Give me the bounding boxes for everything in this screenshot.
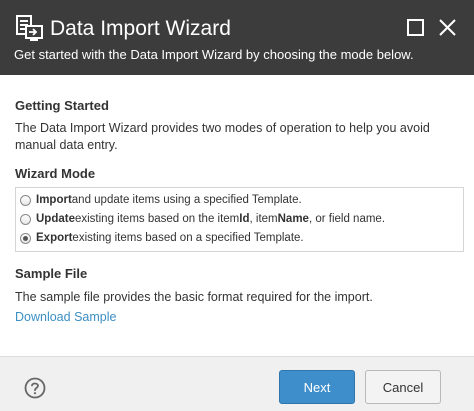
wizard-title: Data Import Wizard xyxy=(50,17,231,40)
import-radio[interactable] xyxy=(20,194,31,206)
update-radio[interactable] xyxy=(20,213,31,225)
export-description: existing items based on a specified Temp… xyxy=(72,232,304,244)
maximize-icon[interactable] xyxy=(402,14,430,42)
next-button[interactable]: Next xyxy=(279,370,355,404)
update-label: Update xyxy=(36,213,75,225)
mode-option-update[interactable]: Update existing items based on the item … xyxy=(20,210,385,228)
export-radio[interactable] xyxy=(20,232,31,244)
mode-option-import[interactable]: Import and update items using a specifie… xyxy=(20,191,302,209)
getting-started-text-line2: manual data entry. xyxy=(15,138,118,152)
update-id-term: Id xyxy=(239,213,250,225)
import-label: Import xyxy=(36,194,72,206)
export-label: Export xyxy=(36,232,73,244)
close-icon[interactable] xyxy=(434,14,462,42)
wizard-mode-heading: Wizard Mode xyxy=(15,166,96,181)
wizard-mode-group: Import and update items using a specifie… xyxy=(15,187,464,252)
data-import-icon xyxy=(16,15,43,41)
import-description: and update items using a specified Templ… xyxy=(71,194,302,206)
wizard-subtitle: Get started with the Data Import Wizard … xyxy=(14,47,414,62)
wizard-header: Data Import Wizard Get started with the … xyxy=(0,0,474,75)
sample-file-heading: Sample File xyxy=(15,266,88,281)
getting-started-text-line1: The Data Import Wizard provides two mode… xyxy=(15,121,430,135)
update-description-mid: , item xyxy=(249,213,278,225)
wizard-footer: Next Cancel xyxy=(0,356,474,411)
update-description-pre: existing items based on the item xyxy=(74,213,240,225)
download-sample-link[interactable]: Download Sample xyxy=(15,310,116,324)
cancel-button[interactable]: Cancel xyxy=(365,370,441,404)
sample-file-text: The sample file provides the basic forma… xyxy=(15,290,373,304)
getting-started-heading: Getting Started xyxy=(15,98,109,113)
help-icon[interactable] xyxy=(24,377,46,399)
update-description-post: , or field name. xyxy=(308,213,386,225)
update-name-term: Name xyxy=(277,213,309,225)
mode-option-export[interactable]: Export existing items based on a specifi… xyxy=(20,229,304,247)
